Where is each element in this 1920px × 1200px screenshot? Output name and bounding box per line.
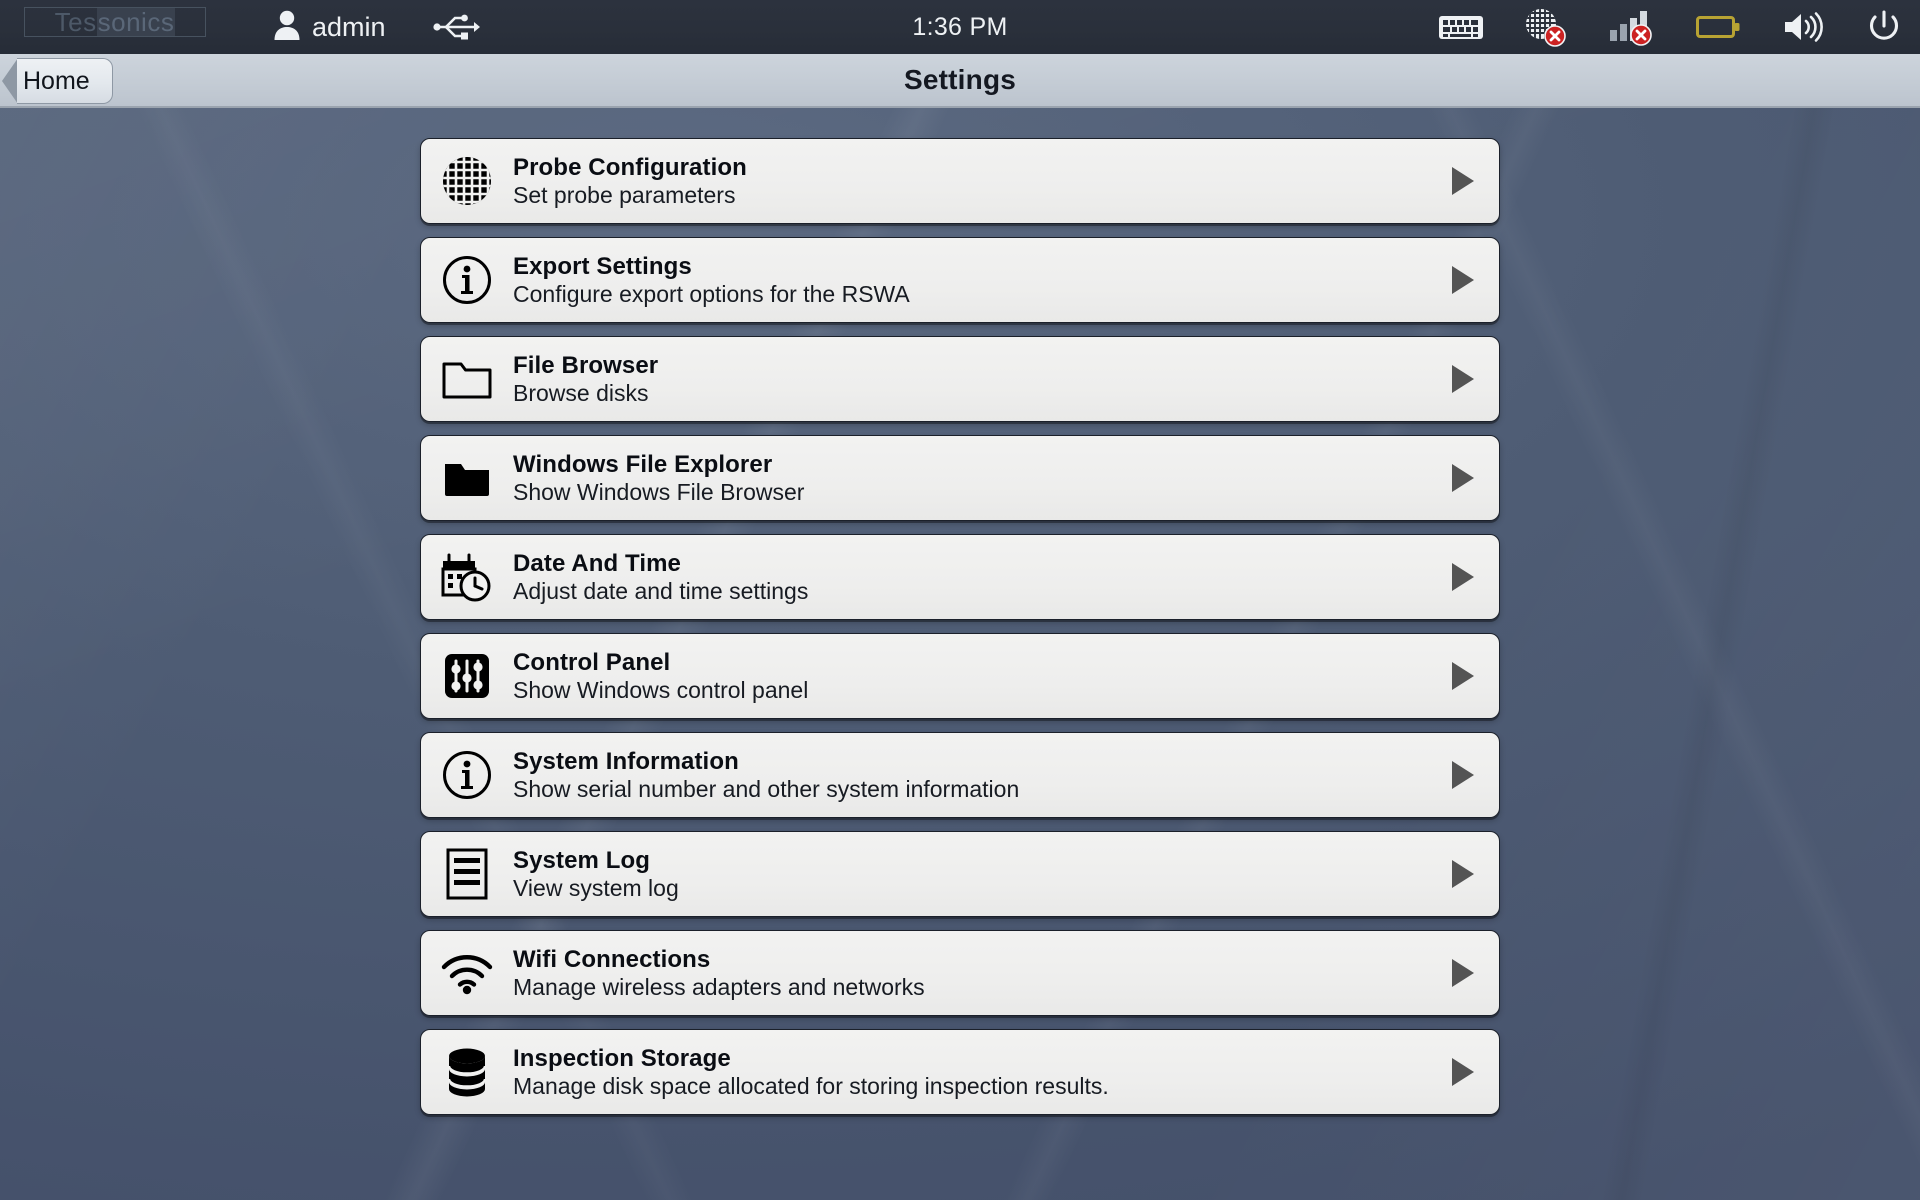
usb-icon[interactable] (430, 11, 482, 48)
volume-icon[interactable] (1782, 10, 1826, 44)
settings-row-title: Windows File Explorer (513, 450, 773, 478)
settings-row-title: Date And Time (513, 549, 681, 577)
settings-row-subtitle: Manage wireless adapters and networks (513, 973, 925, 1000)
settings-row-subtitle: Manage disk space allocated for storing … (513, 1072, 1109, 1099)
settings-row-text: System Log View system log (513, 847, 1427, 902)
settings-row-title: Probe Configuration (513, 153, 747, 181)
settings-row-subtitle: Adjust date and time settings (513, 577, 809, 604)
chevron-right-icon[interactable] (1427, 563, 1499, 591)
settings-row-text: Export Settings Configure export options… (513, 253, 1427, 308)
chevron-right-icon[interactable] (1427, 167, 1499, 195)
settings-row-subtitle: Show Windows File Browser (513, 478, 805, 505)
calendar-clock-icon (421, 551, 513, 603)
settings-row-subtitle: View system log (513, 874, 679, 901)
sliders-icon (421, 651, 513, 701)
settings-row-title: File Browser (513, 351, 659, 379)
settings-row-subtitle: Set probe parameters (513, 181, 736, 208)
settings-row-text: Probe Configuration Set probe parameters (513, 154, 1427, 209)
chevron-right-icon[interactable] (1427, 1058, 1499, 1086)
system-top-bar: Tes sonics admin 1:36 PM (0, 0, 1920, 54)
network-disconnected-icon[interactable] (1524, 7, 1568, 47)
page-title: Settings (903, 64, 1017, 95)
chevron-right-icon[interactable] (1427, 365, 1499, 393)
info-circle-icon (421, 748, 513, 802)
system-tray (1438, 0, 1902, 54)
settings-row-probe-configuration[interactable]: Probe Configuration Set probe parameters (420, 138, 1500, 224)
battery-icon[interactable] (1696, 13, 1742, 41)
settings-row-text: Wifi Connections Manage wireless adapter… (513, 946, 1427, 1001)
chevron-right-icon[interactable] (1427, 464, 1499, 492)
settings-row-title: Control Panel (513, 648, 671, 676)
settings-row-date-and-time[interactable]: Date And Time Adjust date and time setti… (420, 534, 1500, 620)
settings-row-title: Inspection Storage (513, 1044, 731, 1072)
chevron-right-icon[interactable] (1427, 860, 1499, 888)
settings-row-title: Wifi Connections (513, 945, 711, 973)
database-icon (421, 1045, 513, 1099)
chevron-right-icon[interactable] (1427, 761, 1499, 789)
settings-row-text: File Browser Browse disks (513, 352, 1427, 407)
settings-row-system-log[interactable]: System Log View system log (420, 831, 1500, 917)
chevron-right-icon[interactable] (1427, 959, 1499, 987)
settings-row-system-information[interactable]: System Information Show serial number an… (420, 732, 1500, 818)
settings-row-text: Inspection Storage Manage disk space all… (513, 1045, 1427, 1100)
folder-outline-icon (421, 355, 513, 403)
keyboard-icon[interactable] (1438, 11, 1484, 43)
settings-row-control-panel[interactable]: Control Panel Show Windows control panel (420, 633, 1500, 719)
settings-row-subtitle: Show serial number and other system info… (513, 775, 1020, 802)
tessonics-logo: Tes sonics (24, 7, 206, 37)
settings-row-text: System Information Show serial number an… (513, 748, 1427, 803)
settings-row-text: Windows File Explorer Show Windows File … (513, 451, 1427, 506)
settings-row-text: Date And Time Adjust date and time setti… (513, 550, 1427, 605)
user-indicator[interactable]: admin (272, 0, 386, 54)
page-title-bar: Home Settings (0, 54, 1920, 108)
settings-row-text: Control Panel Show Windows control panel (513, 649, 1427, 704)
settings-row-title: System Information (513, 747, 739, 775)
chevron-right-icon[interactable] (1427, 266, 1499, 294)
cellular-signal-disconnected-icon[interactable] (1608, 8, 1656, 46)
globe-mesh-icon (421, 154, 513, 208)
settings-row-subtitle: Show Windows control panel (513, 676, 809, 703)
settings-row-windows-file-explorer[interactable]: Windows File Explorer Show Windows File … (420, 435, 1500, 521)
settings-row-subtitle: Configure export options for the RSWA (513, 280, 910, 307)
info-circle-icon (421, 253, 513, 307)
folder-filled-icon (421, 454, 513, 502)
wifi-icon (421, 951, 513, 995)
user-name: admin (312, 11, 386, 42)
chevron-right-icon[interactable] (1427, 662, 1499, 690)
settings-list: Probe Configuration Set probe parameters… (420, 138, 1500, 1115)
power-icon[interactable] (1866, 9, 1902, 45)
logo-text-part2: sonics (96, 7, 176, 37)
settings-row-file-browser[interactable]: File Browser Browse disks (420, 336, 1500, 422)
logo-text-part1: Tes (54, 7, 97, 37)
document-lines-icon (421, 847, 513, 901)
settings-row-subtitle: Browse disks (513, 379, 649, 406)
settings-row-title: Export Settings (513, 252, 692, 280)
settings-row-export-settings[interactable]: Export Settings Configure export options… (420, 237, 1500, 323)
settings-row-inspection-storage[interactable]: Inspection Storage Manage disk space all… (420, 1029, 1500, 1115)
settings-row-wifi-connections[interactable]: Wifi Connections Manage wireless adapter… (420, 930, 1500, 1016)
settings-row-title: System Log (513, 846, 651, 874)
user-icon (272, 9, 302, 46)
